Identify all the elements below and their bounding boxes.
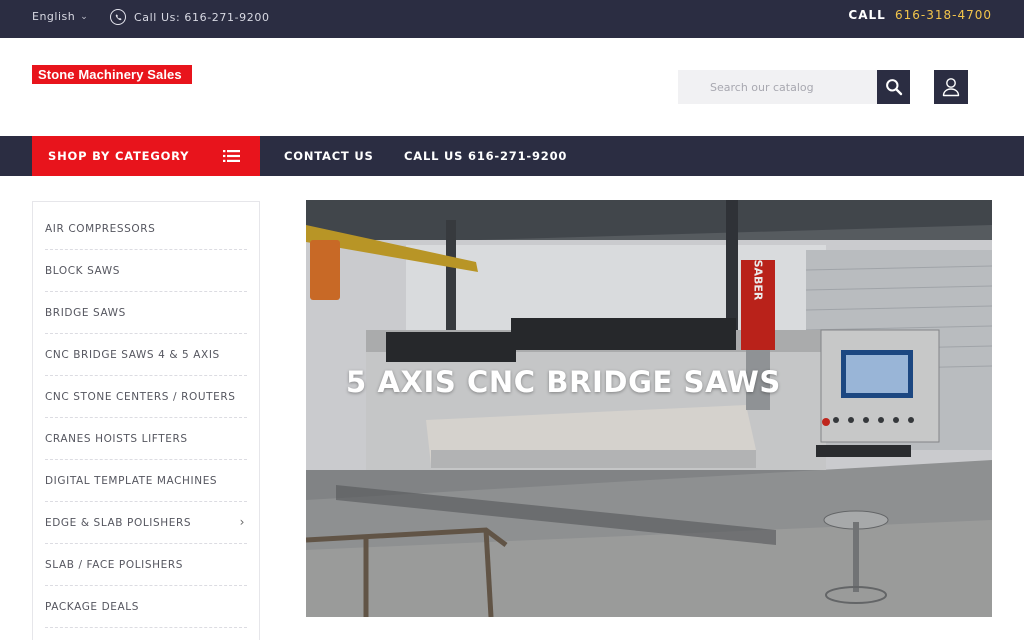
category-label: CNC BRIDGE SAWS 4 & 5 AXIS bbox=[45, 348, 220, 361]
whatsapp-call[interactable]: Call Us: 616-271-9200 bbox=[110, 9, 270, 25]
shop-by-category-label: SHOP BY CATEGORY bbox=[48, 149, 190, 163]
top-bar: English ⌄ Call Us: 616-271-9200 CALL 616… bbox=[0, 0, 1024, 38]
banner-title: 5 AXIS CNC BRIDGE SAWS bbox=[346, 365, 781, 399]
call-phone[interactable]: CALL 616-318-4700 bbox=[848, 8, 992, 22]
category-item-edge-slab-polishers[interactable]: EDGE & SLAB POLISHERS › bbox=[45, 502, 247, 544]
category-item-slab-face-polishers[interactable]: SLAB / FACE POLISHERS bbox=[45, 544, 247, 586]
category-item-bridge-saws[interactable]: BRIDGE SAWS bbox=[45, 292, 247, 334]
list-icon bbox=[223, 150, 240, 162]
category-item-cnc-bridge-saws[interactable]: CNC BRIDGE SAWS 4 & 5 AXIS bbox=[45, 334, 247, 376]
language-label: English bbox=[32, 10, 76, 23]
call-number: 616-318-4700 bbox=[894, 8, 992, 22]
search-button[interactable] bbox=[877, 70, 910, 104]
search-input[interactable] bbox=[678, 70, 877, 104]
call-us-text: Call Us: 616-271-9200 bbox=[134, 10, 270, 24]
language-selector[interactable]: English ⌄ bbox=[32, 10, 88, 23]
category-label: CRANES HOISTS LIFTERS bbox=[45, 432, 188, 445]
category-label: CNC STONE CENTERS / ROUTERS bbox=[45, 390, 236, 403]
account-button[interactable] bbox=[934, 70, 968, 104]
site-header: Stone Machinery Sales bbox=[0, 38, 1024, 136]
category-label: BLOCK SAWS bbox=[45, 264, 121, 277]
machine-photo: SABER bbox=[306, 200, 992, 617]
whatsapp-icon bbox=[110, 9, 126, 25]
hero-banner[interactable]: SABER 5 AXIS CNC BRIDGE SAWS bbox=[306, 200, 992, 617]
category-item-package-deals[interactable]: PACKAGE DEALS bbox=[45, 586, 247, 628]
category-label: BRIDGE SAWS bbox=[45, 306, 126, 319]
nav-call-us[interactable]: CALL US 616-271-9200 bbox=[404, 149, 567, 163]
category-label: PACKAGE DEALS bbox=[45, 600, 140, 613]
category-item-air-compressors[interactable]: AIR COMPRESSORS bbox=[45, 208, 247, 250]
shop-by-category-button[interactable]: SHOP BY CATEGORY bbox=[32, 136, 260, 176]
site-logo[interactable]: Stone Machinery Sales bbox=[32, 65, 192, 84]
category-label: EDGE & SLAB POLISHERS bbox=[45, 516, 192, 529]
category-sidebar: AIR COMPRESSORS BLOCK SAWS BRIDGE SAWS C… bbox=[32, 201, 260, 640]
chevron-down-icon: ⌄ bbox=[80, 11, 89, 22]
chevron-right-icon: › bbox=[239, 515, 245, 529]
search-icon bbox=[885, 79, 902, 96]
call-label: CALL bbox=[848, 8, 886, 22]
category-item-cranes-hoists[interactable]: CRANES HOISTS LIFTERS bbox=[45, 418, 247, 460]
category-item-block-saws[interactable]: BLOCK SAWS bbox=[45, 250, 247, 292]
category-label: AIR COMPRESSORS bbox=[45, 222, 156, 235]
category-label: DIGITAL TEMPLATE MACHINES bbox=[45, 474, 218, 487]
user-icon bbox=[942, 78, 960, 97]
category-item-digital-template[interactable]: DIGITAL TEMPLATE MACHINES bbox=[45, 460, 247, 502]
nav-contact-us[interactable]: CONTACT US bbox=[284, 149, 374, 163]
search-bar bbox=[678, 70, 910, 104]
category-label: SLAB / FACE POLISHERS bbox=[45, 558, 184, 571]
main-nav: SHOP BY CATEGORY CONTACT US CALL US 616-… bbox=[0, 136, 1024, 176]
category-item-cnc-stone-centers[interactable]: CNC STONE CENTERS / ROUTERS bbox=[45, 376, 247, 418]
